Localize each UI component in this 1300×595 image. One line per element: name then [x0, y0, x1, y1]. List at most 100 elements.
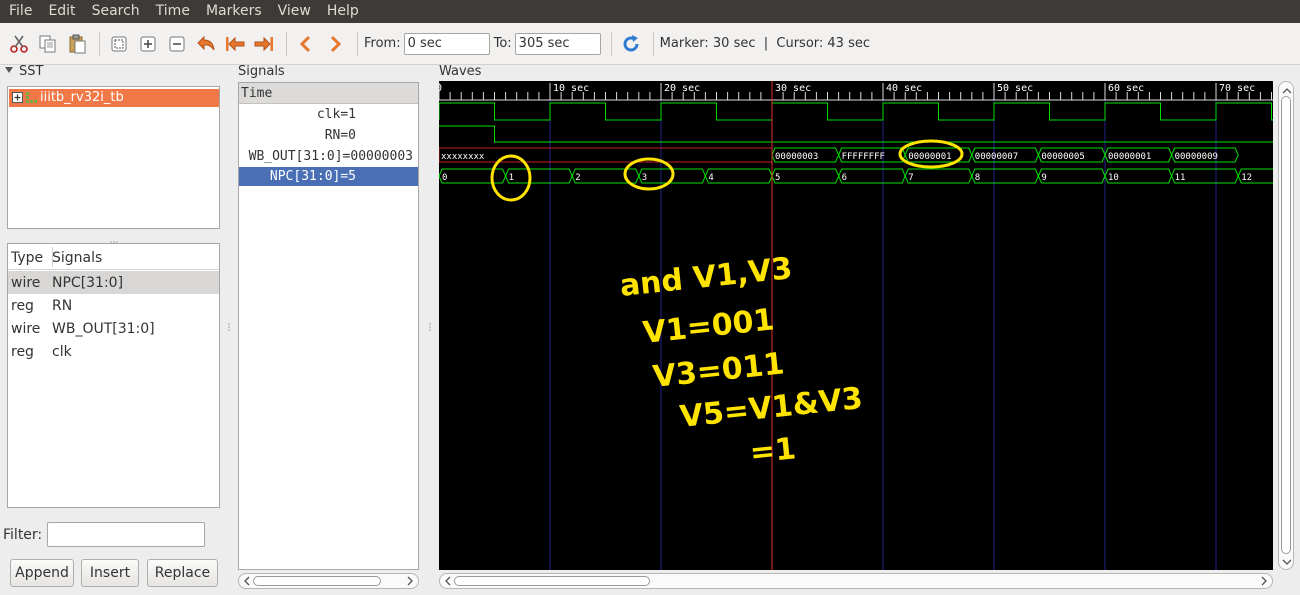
toolbar-separator: [99, 31, 100, 56]
wb-out-value: 00000001: [908, 152, 951, 162]
npc-value: 7: [908, 173, 913, 183]
zoom-to-end-icon[interactable]: [251, 31, 277, 57]
signal-row-wb-out[interactable]: WB_OUT[31:0]=00000003: [239, 146, 418, 167]
wb-out-value: 00000003: [775, 152, 818, 162]
signal-row-npc[interactable]: NPC[31:0]=5: [239, 167, 418, 186]
filter-label: Filter:: [3, 527, 43, 543]
table-row[interactable]: wire NPC[31:0]: [8, 271, 219, 294]
pane-resize-handle[interactable]: [110, 233, 118, 243]
npc-segment: [838, 168, 906, 184]
handwritten-annotation: =1: [748, 431, 797, 471]
ruler-label: 0: [439, 83, 442, 94]
pane-resize-handle[interactable]: [428, 320, 432, 331]
npc-value: 3: [642, 173, 647, 183]
tree-expand-icon[interactable]: [12, 92, 23, 103]
wb-out-value: xxxxxxxx: [441, 152, 485, 162]
ruler-label: 60 sec: [1108, 83, 1144, 94]
signal-row-clk[interactable]: clk=1: [239, 104, 418, 125]
scroll-left-icon[interactable]: [242, 575, 252, 591]
signals-scrollbar[interactable]: [238, 573, 419, 589]
undo-zoom-icon[interactable]: [193, 31, 219, 57]
menu-search[interactable]: Search: [84, 0, 148, 23]
to-input[interactable]: [514, 32, 601, 55]
waves-vertical-scrollbar[interactable]: [1278, 81, 1294, 570]
signals-header: Time: [239, 83, 418, 104]
ruler-label: 50 sec: [997, 83, 1033, 94]
toolbar-separator: [357, 31, 358, 56]
wb-out-value: 00000001: [1108, 152, 1151, 162]
menu-view[interactable]: View: [270, 0, 319, 23]
npc-value: 12: [1241, 173, 1252, 183]
menu-time[interactable]: Time: [148, 0, 198, 23]
module-icon: [26, 92, 38, 108]
npc-segment: [1037, 168, 1106, 184]
menu-help[interactable]: Help: [319, 0, 367, 23]
menu-markers[interactable]: Markers: [198, 0, 270, 23]
marker-cursor-readout: Marker: 30 sec | Cursor: 43 sec: [659, 36, 871, 51]
scrollbar-handle[interactable]: [253, 576, 381, 586]
sst-tree: iiitb_rv32i_tb: [7, 86, 220, 229]
column-header-type[interactable]: Type: [11, 250, 43, 266]
npc-segment: [971, 168, 1039, 184]
menu-file[interactable]: File: [0, 0, 40, 23]
waves-horizontal-scrollbar[interactable]: [439, 573, 1273, 589]
scrollbar-handle[interactable]: [1281, 96, 1291, 554]
tree-item-selected[interactable]: iiitb_rv32i_tb: [9, 89, 219, 107]
signal-cell: clk: [52, 344, 72, 360]
column-header-signals[interactable]: Signals: [52, 250, 102, 266]
npc-value: 0: [442, 173, 447, 183]
scroll-down-icon[interactable]: [1281, 556, 1293, 571]
npc-value: 10: [1108, 173, 1119, 183]
type-cell: reg: [11, 344, 34, 360]
replace-button[interactable]: Replace: [147, 559, 218, 587]
to-label: To:: [493, 36, 512, 51]
scroll-left-icon[interactable]: [443, 575, 453, 591]
zoom-out-icon[interactable]: [164, 31, 190, 57]
ruler-label: 70 sec: [1219, 83, 1255, 94]
wb-out-unknown-segment: [439, 147, 773, 163]
cut-icon[interactable]: [6, 31, 32, 57]
paste-icon[interactable]: [64, 31, 90, 57]
prev-edge-icon[interactable]: [293, 31, 319, 57]
scrollbar-handle[interactable]: [454, 576, 650, 586]
zoom-to-start-icon[interactable]: [222, 31, 248, 57]
filter-input[interactable]: [47, 522, 205, 547]
sst-expander[interactable]: [4, 64, 14, 79]
toolbar: From: To: Marker: 30 sec | Cursor: 43 se…: [0, 23, 1300, 65]
type-cell: wire: [11, 321, 41, 337]
insert-button[interactable]: Insert: [81, 559, 139, 587]
table-row[interactable]: wire WB_OUT[31:0]: [8, 317, 219, 340]
signal-cell: NPC[31:0]: [52, 275, 124, 291]
npc-value: 8: [975, 173, 980, 183]
signal-cell: WB_OUT[31:0]: [52, 321, 155, 337]
from-label: From:: [364, 36, 401, 51]
next-edge-icon[interactable]: [322, 31, 348, 57]
annotation-circle: [623, 157, 675, 191]
npc-value: 11: [1175, 173, 1186, 183]
reload-icon[interactable]: [618, 31, 644, 57]
npc-value: 2: [575, 173, 580, 183]
from-input[interactable]: [403, 32, 490, 55]
table-row[interactable]: reg clk: [8, 340, 219, 363]
zoom-in-icon[interactable]: [135, 31, 161, 57]
menu-bar: File Edit Search Time Markers View Help: [0, 0, 1300, 23]
npc-segment: [704, 168, 773, 184]
table-row[interactable]: reg RN: [8, 294, 219, 317]
wb-out-value: 00000005: [1041, 152, 1084, 162]
append-button[interactable]: Append: [10, 559, 74, 587]
menu-edit[interactable]: Edit: [40, 0, 83, 23]
signal-row-rn[interactable]: RN=0: [239, 125, 418, 146]
zoom-fit-icon[interactable]: [106, 31, 132, 57]
wb-out-value: FFFFFFFF: [842, 152, 885, 162]
npc-segment: [439, 168, 507, 184]
signals-list: Time clk=1 RN=0 WB_OUT[31:0]=00000003 NP…: [238, 82, 419, 570]
type-cell: wire: [11, 275, 41, 291]
signals-title: Signals: [238, 64, 285, 79]
wb-out-value: 00000007: [975, 152, 1018, 162]
npc-value: 6: [842, 173, 847, 183]
pane-resize-handle[interactable]: [227, 320, 231, 331]
scroll-right-icon[interactable]: [405, 575, 415, 591]
waves-canvas[interactable]: 0 10 sec 20 sec 30 sec 40 sec 50 sec 60 sec 70 …: [439, 81, 1273, 570]
copy-icon[interactable]: [35, 31, 61, 57]
scroll-right-icon[interactable]: [1259, 575, 1269, 591]
